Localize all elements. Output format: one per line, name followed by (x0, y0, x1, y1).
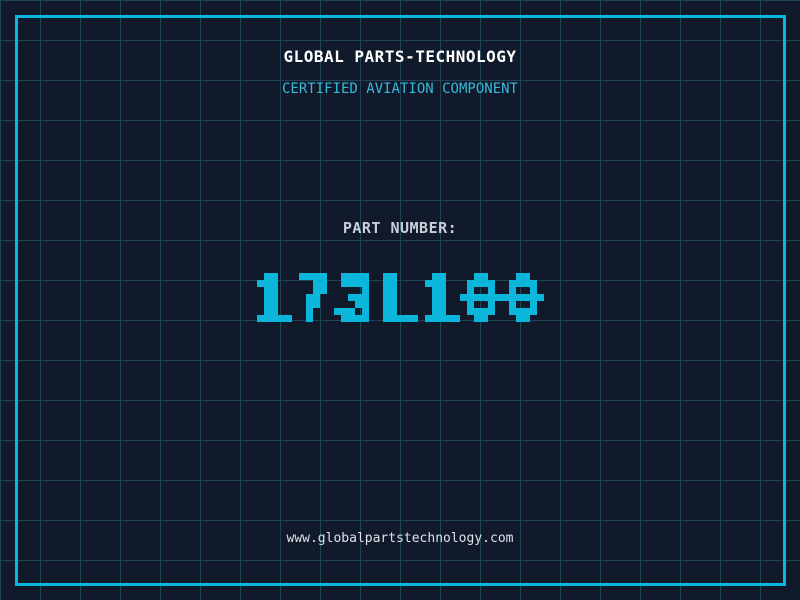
website-url: www.globalpartstechnology.com (286, 531, 514, 546)
certificate-page: GLOBAL PARTS-TECHNOLOGY CERTIFIED AVIATI… (0, 0, 800, 600)
page-subtitle: CERTIFIED AVIATION COMPONENT (281, 81, 518, 97)
part-number-display: 173L100 173L100 (0, 252, 800, 350)
part-number-canvas: 173L100 (242, 252, 558, 350)
part-number-label: PART NUMBER: (342, 219, 458, 237)
page-title: GLOBAL PARTS-TECHNOLOGY (283, 47, 517, 66)
